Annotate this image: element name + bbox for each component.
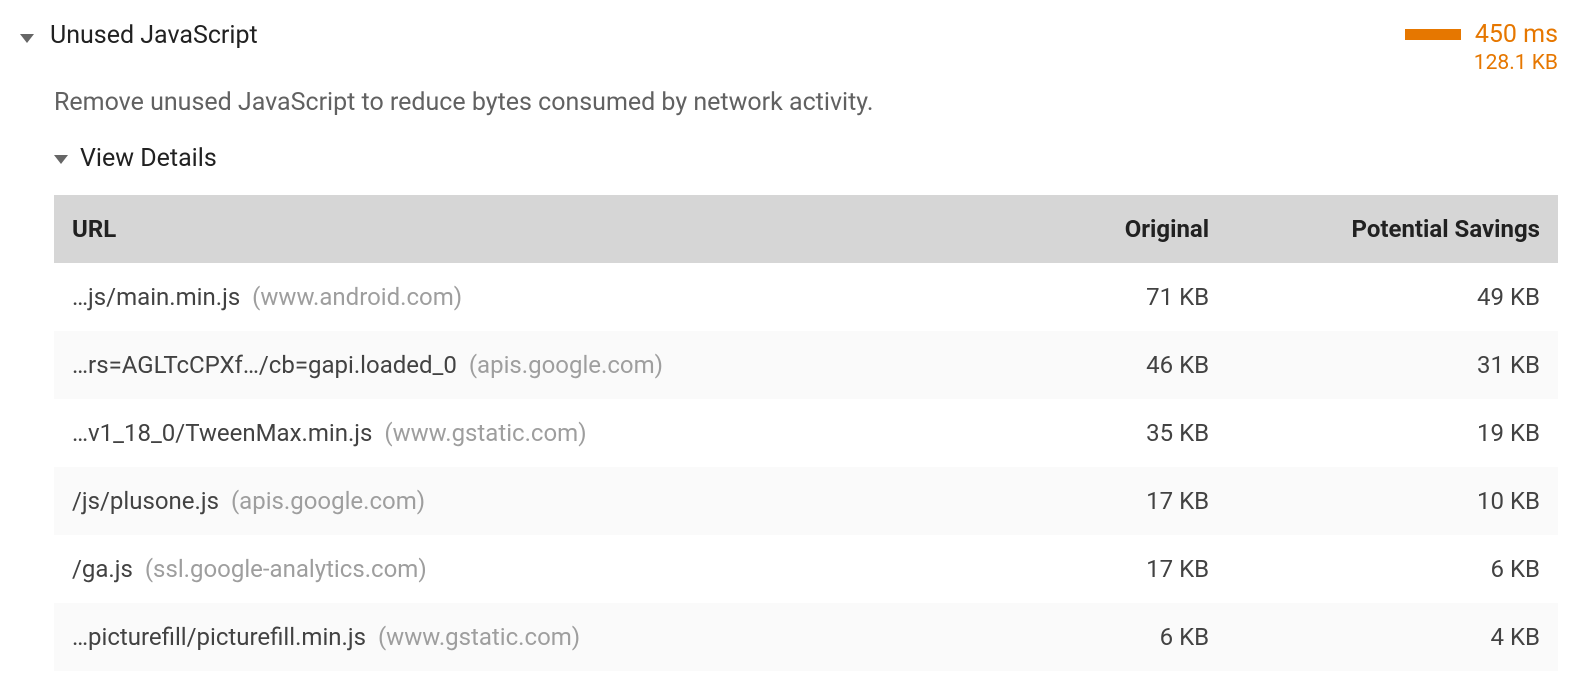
audit-description: Remove unused JavaScript to reduce bytes…: [0, 75, 1596, 120]
audit-collapse-toggle[interactable]: [20, 28, 34, 47]
view-details-toggle[interactable]: View Details: [54, 144, 1558, 173]
table-row[interactable]: …rs=AGLTcCPXf…/cb=gapi.loaded_0 (apis.go…: [54, 331, 1558, 399]
audit-metrics: 450 ms 128.1 KB: [1405, 20, 1558, 75]
url-host: (www.android.com): [252, 283, 462, 311]
metric-size: 128.1 KB: [1474, 51, 1558, 75]
url-path: …picturefill/picturefill.min.js: [72, 623, 366, 651]
cell-savings: 31 KB: [1227, 331, 1558, 399]
url-host: (www.gstatic.com): [384, 419, 586, 447]
url-path: /ga.js: [72, 555, 133, 583]
cell-url: …v1_18_0/TweenMax.min.js (www.gstatic.co…: [54, 399, 956, 467]
cell-url: …js/main.min.js (www.android.com): [54, 263, 956, 331]
col-header-original[interactable]: Original: [956, 195, 1227, 263]
table-row[interactable]: /js/plusone.js (apis.google.com)17 KB10 …: [54, 467, 1558, 535]
cell-savings: 10 KB: [1227, 467, 1558, 535]
url-path: …v1_18_0/TweenMax.min.js: [72, 419, 372, 447]
table-row[interactable]: /ga.js (ssl.google-analytics.com)17 KB6 …: [54, 535, 1558, 603]
details-table-wrap: URL Original Potential Savings …js/main.…: [54, 195, 1558, 671]
cell-url: …picturefill/picturefill.min.js (www.gst…: [54, 603, 956, 671]
details-table: URL Original Potential Savings …js/main.…: [54, 195, 1558, 671]
cell-url: /ga.js (ssl.google-analytics.com): [54, 535, 956, 603]
col-header-url[interactable]: URL: [54, 195, 956, 263]
cell-original: 35 KB: [956, 399, 1227, 467]
url-host: (www.gstatic.com): [378, 623, 580, 651]
cell-original: 46 KB: [956, 331, 1227, 399]
metric-row: 450 ms: [1405, 20, 1558, 49]
cell-url: …rs=AGLTcCPXf…/cb=gapi.loaded_0 (apis.go…: [54, 331, 956, 399]
audit-title: Unused JavaScript: [50, 20, 1405, 53]
cell-savings: 19 KB: [1227, 399, 1558, 467]
url-host: (apis.google.com): [469, 351, 663, 379]
details-section: View Details URL Original Potential Savi…: [0, 120, 1596, 671]
cell-savings: 4 KB: [1227, 603, 1558, 671]
cell-original: 17 KB: [956, 535, 1227, 603]
cell-original: 17 KB: [956, 467, 1227, 535]
col-header-savings[interactable]: Potential Savings: [1227, 195, 1558, 263]
url-path: …js/main.min.js: [72, 283, 240, 311]
table-row[interactable]: …picturefill/picturefill.min.js (www.gst…: [54, 603, 1558, 671]
chevron-down-icon: [20, 34, 34, 43]
cell-savings: 6 KB: [1227, 535, 1558, 603]
url-host: (ssl.google-analytics.com): [145, 555, 427, 583]
view-details-label: View Details: [80, 144, 217, 173]
cell-savings: 49 KB: [1227, 263, 1558, 331]
cell-url: /js/plusone.js (apis.google.com): [54, 467, 956, 535]
url-path: /js/plusone.js: [72, 487, 219, 515]
cell-original: 71 KB: [956, 263, 1227, 331]
url-path: …rs=AGLTcCPXf…/cb=gapi.loaded_0: [72, 351, 457, 379]
metric-bar: [1405, 29, 1461, 40]
chevron-down-icon: [54, 155, 68, 164]
table-row[interactable]: …js/main.min.js (www.android.com)71 KB49…: [54, 263, 1558, 331]
table-header-row: URL Original Potential Savings: [54, 195, 1558, 263]
cell-original: 6 KB: [956, 603, 1227, 671]
table-row[interactable]: …v1_18_0/TweenMax.min.js (www.gstatic.co…: [54, 399, 1558, 467]
url-host: (apis.google.com): [231, 487, 425, 515]
audit-header: Unused JavaScript 450 ms 128.1 KB: [0, 20, 1596, 75]
metric-time: 450 ms: [1475, 20, 1558, 49]
